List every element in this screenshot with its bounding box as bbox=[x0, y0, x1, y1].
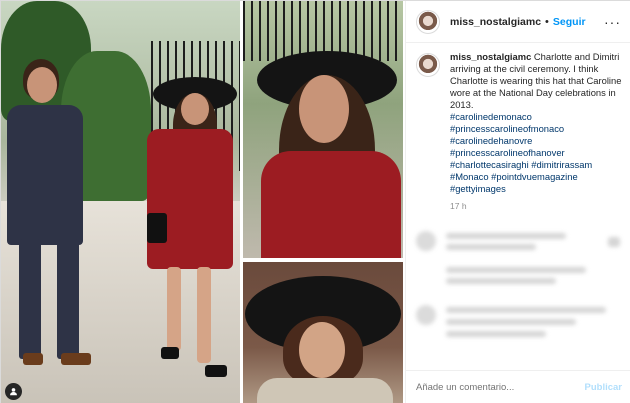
publish-button[interactable]: Publicar bbox=[585, 382, 623, 393]
woman-sandal bbox=[161, 347, 179, 359]
comment-row-blurred bbox=[416, 263, 621, 293]
red-dress bbox=[261, 151, 401, 258]
comment-row-blurred bbox=[416, 229, 621, 259]
man-shoe bbox=[23, 353, 43, 365]
post-timestamp: 17 h bbox=[450, 201, 467, 211]
username-link[interactable]: miss_nostalgiamc bbox=[450, 16, 541, 28]
hashtag-link[interactable]: #princesscarolineofmonaco bbox=[450, 123, 622, 135]
comment-bar: Publicar bbox=[406, 370, 630, 403]
red-dress bbox=[147, 129, 233, 269]
hashtag-link[interactable]: #princesscarolineofhanover bbox=[450, 147, 622, 159]
separator-dot: • bbox=[545, 15, 549, 28]
clutch-bag bbox=[147, 213, 167, 243]
man-suit bbox=[7, 105, 83, 245]
man-face bbox=[27, 67, 57, 103]
man-leg-right bbox=[57, 239, 79, 359]
caption: miss_nostalgiamc Charlotte and Dimitri a… bbox=[416, 51, 622, 195]
caption-username[interactable]: miss_nostalgiamc bbox=[450, 51, 531, 62]
comment-row-blurred bbox=[416, 301, 621, 361]
post-sidebar: miss_nostalgiamc • Seguir ··· miss_nosta… bbox=[405, 1, 630, 403]
face bbox=[299, 75, 349, 143]
caption-body: miss_nostalgiamc Charlotte and Dimitri a… bbox=[450, 51, 622, 195]
face bbox=[299, 322, 345, 378]
more-options-icon[interactable]: ··· bbox=[604, 14, 621, 30]
avatar[interactable] bbox=[416, 53, 440, 77]
hashtag-link[interactable]: #Monaco #pointdvuemagazine bbox=[450, 171, 622, 183]
woman-leg bbox=[167, 267, 181, 351]
user-tag-icon[interactable] bbox=[5, 383, 22, 400]
instagram-post: miss_nostalgiamc • Seguir ··· miss_nosta… bbox=[0, 0, 630, 403]
avatar[interactable] bbox=[416, 9, 440, 34]
woman-leg bbox=[197, 267, 211, 363]
woman-sandal bbox=[205, 365, 227, 377]
hashtag-link[interactable]: #carolinedemonaco bbox=[450, 111, 622, 123]
man-leg-left bbox=[19, 239, 41, 359]
post-header: miss_nostalgiamc • Seguir ··· bbox=[406, 1, 630, 43]
man-shoe bbox=[61, 353, 91, 365]
follow-button[interactable]: Seguir bbox=[553, 16, 586, 28]
comment-input[interactable] bbox=[416, 382, 585, 393]
hashtag-link[interactable]: #charlottecasiraghi #dimitrirassam bbox=[450, 159, 622, 171]
photo-closeup-hat bbox=[243, 1, 403, 258]
post-media[interactable] bbox=[1, 1, 405, 403]
tweed-jacket bbox=[257, 378, 393, 403]
photo-caroline-hat bbox=[243, 262, 403, 403]
photo-couple-walking bbox=[1, 1, 240, 403]
hashtag-link[interactable]: #carolinedehanovre bbox=[450, 135, 622, 147]
woman-face bbox=[181, 93, 209, 125]
hashtag-link[interactable]: #gettyimages bbox=[450, 183, 622, 195]
